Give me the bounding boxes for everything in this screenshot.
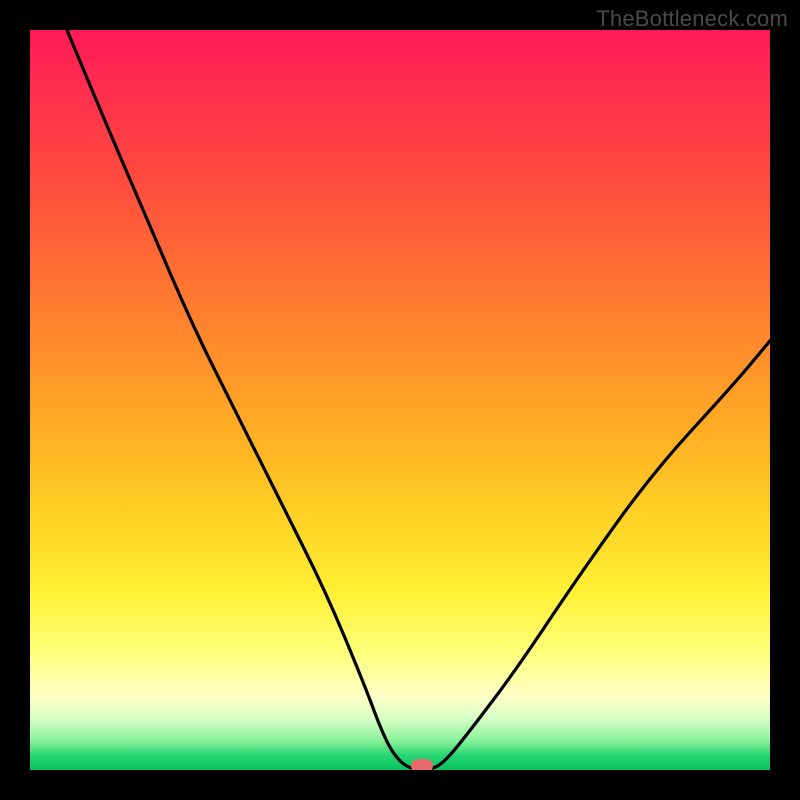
plot-area — [30, 30, 770, 770]
chart-frame: TheBottleneck.com — [0, 0, 800, 800]
watermark-text: TheBottleneck.com — [596, 6, 788, 32]
optimal-point-marker — [411, 759, 433, 770]
bottleneck-curve — [30, 30, 770, 770]
